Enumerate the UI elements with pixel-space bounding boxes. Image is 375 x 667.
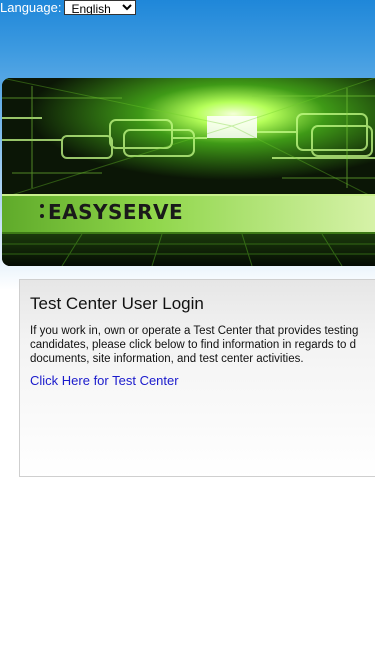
- easyserve-banner: EASYSERVE: [2, 78, 375, 266]
- login-description-line: documents, site information, and test ce…: [30, 353, 304, 365]
- login-description-line: candidates, please click below to find i…: [30, 339, 357, 351]
- test-center-login-panel: Test Center User Login If you work in, o…: [19, 279, 375, 477]
- login-description-line: If you work in, own or operate a Test Ce…: [30, 325, 359, 337]
- language-label: Language:: [0, 0, 62, 15]
- banner-title: EASYSERVE: [48, 200, 184, 224]
- login-description: If you work in, own or operate a Test Ce…: [30, 324, 375, 366]
- banner-graphic: [2, 78, 375, 266]
- test-center-link[interactable]: Click Here for Test Center: [30, 373, 179, 388]
- page: Language: English EASYSERVE Test Center …: [0, 0, 375, 667]
- login-title: Test Center User Login: [30, 294, 204, 313]
- language-select[interactable]: English: [64, 0, 137, 15]
- language-bar: Language: English: [0, 0, 137, 15]
